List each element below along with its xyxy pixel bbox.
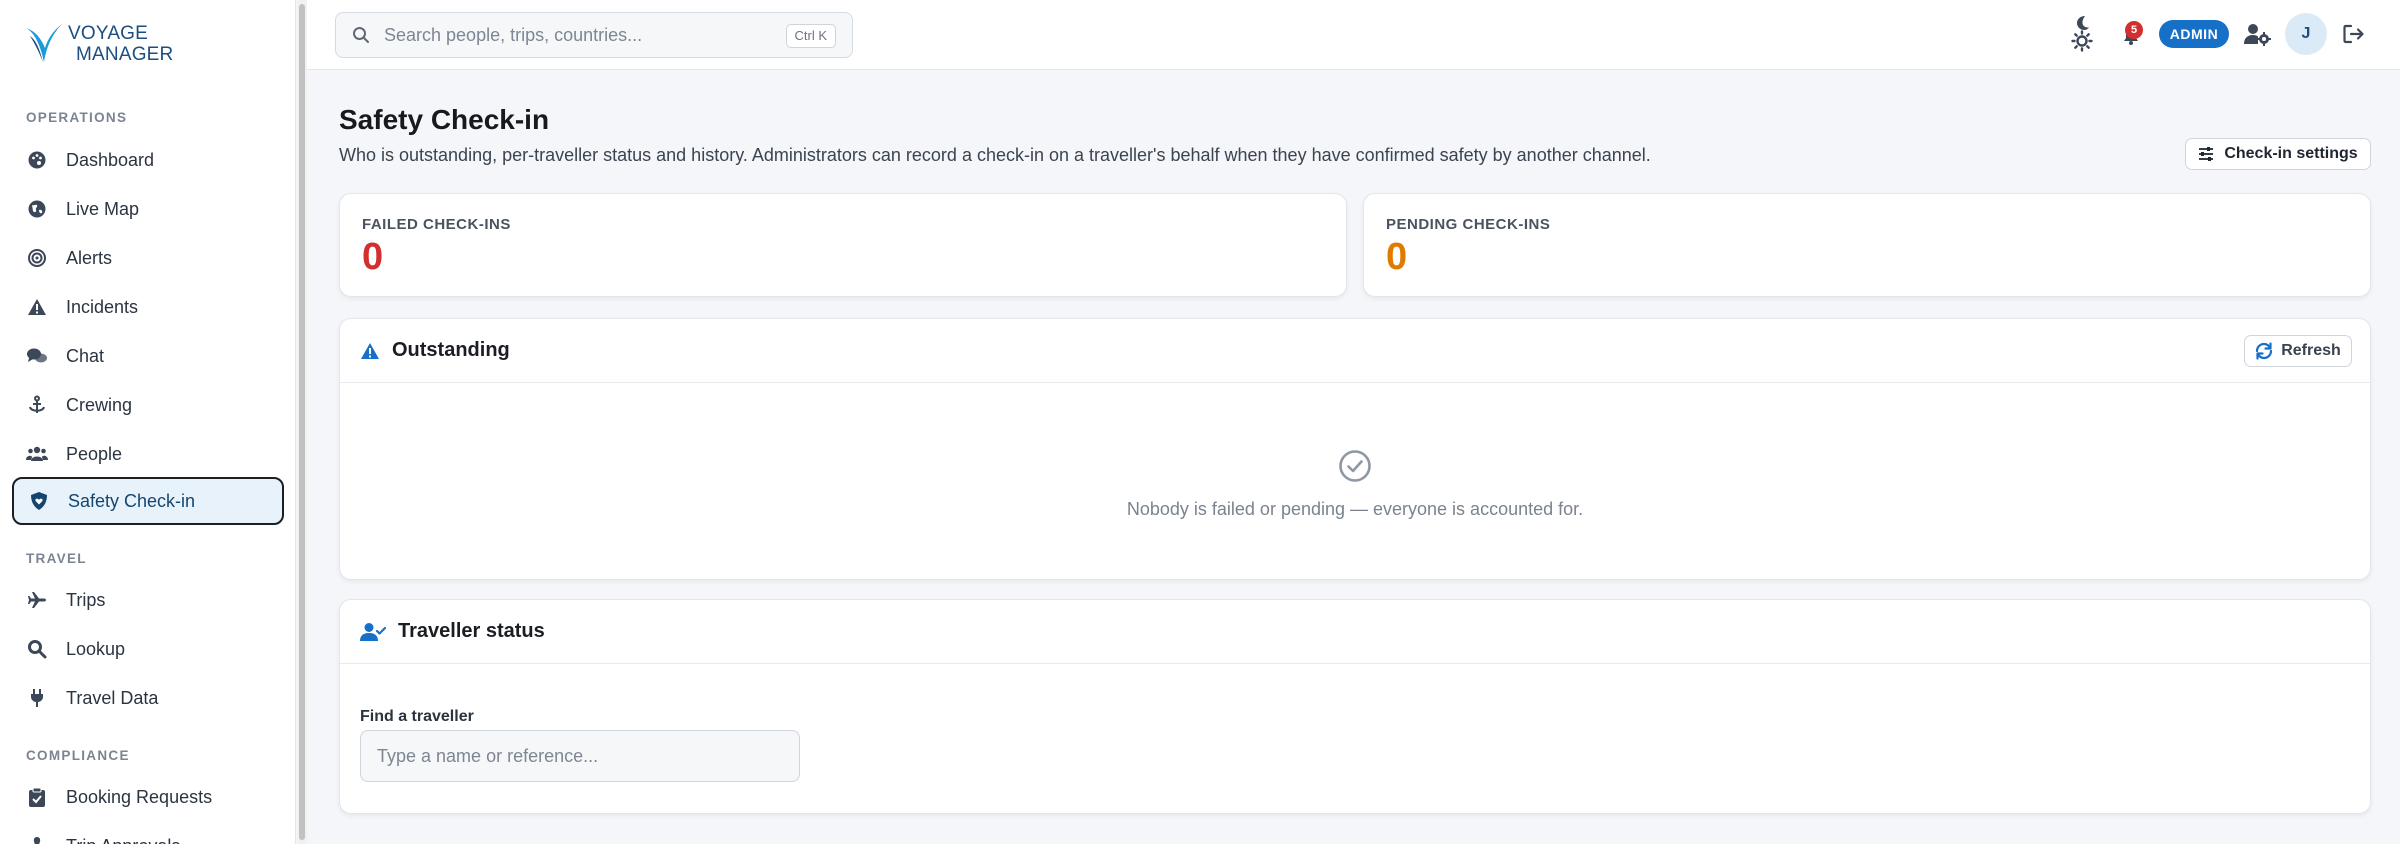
clipboard-icon	[26, 786, 48, 808]
sidebar-item-chat[interactable]: Chat	[12, 332, 284, 380]
outstanding-title: Outstanding	[392, 339, 510, 361]
sidebar: VOYAGE MANAGER OPERATIONS Dashboard Live…	[0, 0, 296, 844]
refresh-icon	[2255, 342, 2273, 360]
search-shortcut-hint: Ctrl K	[785, 24, 836, 48]
logout-button[interactable]	[2342, 22, 2366, 46]
magnifier-icon	[26, 638, 48, 660]
sidebar-item-label: Trip Approvals	[66, 836, 180, 844]
outstanding-header: Outstanding Refresh	[340, 319, 2370, 383]
traveller-status-panel: Traveller status Find a traveller	[339, 599, 2371, 814]
anchor-icon	[26, 394, 48, 416]
sliders-icon	[2198, 147, 2214, 161]
search-icon	[352, 26, 370, 44]
logout-icon	[2343, 24, 2364, 44]
notification-count-badge: 5	[2125, 21, 2143, 39]
sidebar-item-label: Chat	[66, 345, 105, 366]
sidebar-item-label: Travel Data	[66, 687, 159, 708]
sidebar-item-lookup[interactable]: Lookup	[12, 625, 284, 673]
user-gear-icon	[2244, 24, 2271, 46]
sidebar-item-dashboard[interactable]: Dashboard	[12, 136, 284, 184]
failed-check-ins-label: FAILED CHECK-INS	[362, 216, 511, 233]
traveller-status-title: Traveller status	[398, 620, 545, 642]
logo-line-2: MANAGER	[76, 44, 174, 65]
sidebar-item-label: Dashboard	[66, 149, 155, 170]
logo-line-1: VOYAGE	[68, 23, 149, 44]
sidebar-item-label: Booking Requests	[66, 786, 213, 807]
pending-check-ins-value: 0	[1386, 236, 1408, 278]
global-search[interactable]: Search people, trips, countries... Ctrl …	[335, 12, 853, 58]
plug-icon	[26, 687, 48, 709]
settings-button-label: Check-in settings	[2224, 145, 2358, 162]
sidebar-item-label: Trips	[66, 589, 106, 610]
sidebar-item-label: Live Map	[66, 198, 140, 219]
target-icon	[26, 247, 48, 269]
chat-icon	[26, 345, 48, 367]
people-icon	[26, 443, 48, 465]
shield-heart-icon	[28, 490, 50, 512]
user-settings-button[interactable]	[2242, 20, 2272, 48]
sidebar-item-travel-data[interactable]: Travel Data	[12, 674, 284, 722]
sidebar-item-people[interactable]: People	[12, 430, 284, 478]
failed-check-ins-card: FAILED CHECK-INS 0	[339, 193, 1347, 297]
section-label-compliance: COMPLIANCE	[26, 748, 130, 763]
sidebar-item-live-map[interactable]: Live Map	[12, 185, 284, 233]
section-label-operations: OPERATIONS	[26, 110, 128, 125]
stamp-icon	[26, 835, 48, 844]
check-in-settings-button[interactable]: Check-in settings	[2185, 138, 2371, 170]
outstanding-panel: Outstanding Refresh Nobody is failed or …	[339, 318, 2371, 580]
pending-check-ins-card: PENDING CHECK-INS 0	[1363, 193, 2371, 297]
user-check-icon	[360, 622, 386, 642]
user-avatar[interactable]: J	[2285, 13, 2327, 55]
sidebar-item-label: People	[66, 443, 123, 464]
page-title: Safety Check-in	[339, 104, 550, 135]
failed-check-ins-value: 0	[362, 236, 384, 278]
sidebar-item-trip-approvals[interactable]: Trip Approvals	[12, 822, 284, 844]
refresh-button-label: Refresh	[2281, 342, 2341, 359]
role-badge[interactable]: ADMIN	[2159, 20, 2229, 48]
outstanding-empty-message: Nobody is failed or pending — everyone i…	[1126, 499, 1584, 519]
warning-icon	[26, 296, 48, 318]
sidebar-item-incidents[interactable]: Incidents	[12, 283, 284, 331]
check-circle-icon	[1338, 449, 1372, 488]
sidebar-item-crewing[interactable]: Crewing	[12, 381, 284, 429]
traveller-status-header: Traveller status	[340, 600, 2370, 664]
voyage-logo-icon	[26, 24, 62, 62]
find-traveller-label: Find a traveller	[360, 708, 474, 725]
sidebar-item-alerts[interactable]: Alerts	[12, 234, 284, 282]
sidebar-item-trips[interactable]: Trips	[12, 576, 284, 624]
theme-toggle-button[interactable]	[2069, 10, 2095, 56]
warning-icon	[360, 342, 380, 360]
find-traveller-input[interactable]	[360, 730, 800, 782]
sidebar-item-safety-check-in[interactable]: Safety Check-in	[12, 477, 284, 525]
globe-icon	[26, 198, 48, 220]
pending-check-ins-label: PENDING CHECK-INS	[1386, 216, 1551, 233]
plane-icon	[26, 589, 48, 611]
sidebar-item-booking-requests[interactable]: Booking Requests	[12, 773, 284, 821]
sidebar-item-label: Alerts	[66, 247, 113, 268]
refresh-button[interactable]: Refresh	[2244, 335, 2352, 367]
sidebar-item-label: Safety Check-in	[68, 490, 196, 511]
sidebar-item-label: Crewing	[66, 394, 133, 415]
sun-icon	[2071, 30, 2093, 52]
sidebar-scrollbar[interactable]	[297, 0, 307, 844]
page-subtitle: Who is outstanding, per-traveller status…	[339, 145, 1651, 165]
sidebar-item-label: Lookup	[66, 638, 126, 659]
palette-icon	[26, 149, 48, 171]
sidebar-item-label: Incidents	[66, 296, 139, 317]
app-logo[interactable]: VOYAGE MANAGER	[24, 22, 173, 66]
search-placeholder: Search people, trips, countries...	[384, 24, 643, 45]
section-label-travel: TRAVEL	[26, 551, 87, 566]
logo-wordmark: VOYAGE MANAGER	[66, 23, 173, 65]
scrollbar-thumb[interactable]	[299, 4, 305, 840]
